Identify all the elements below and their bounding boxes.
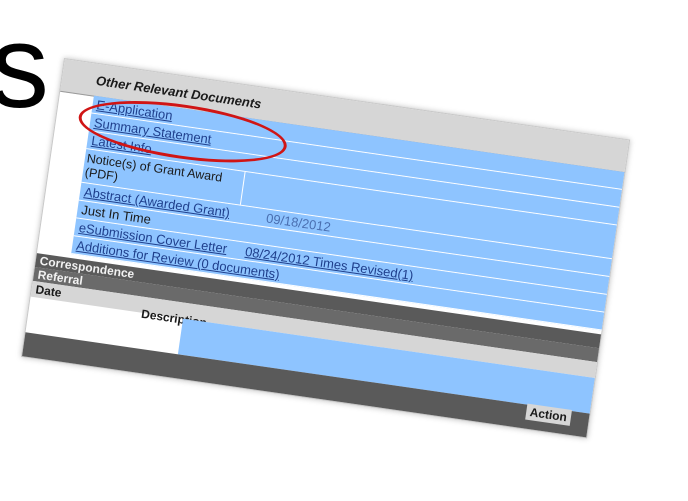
slide-title-fragment: s (0, 1, 49, 133)
column-date: Date (34, 282, 63, 300)
document-panel-screenshot: Other Relevant Documents E-Application S… (20, 58, 631, 439)
